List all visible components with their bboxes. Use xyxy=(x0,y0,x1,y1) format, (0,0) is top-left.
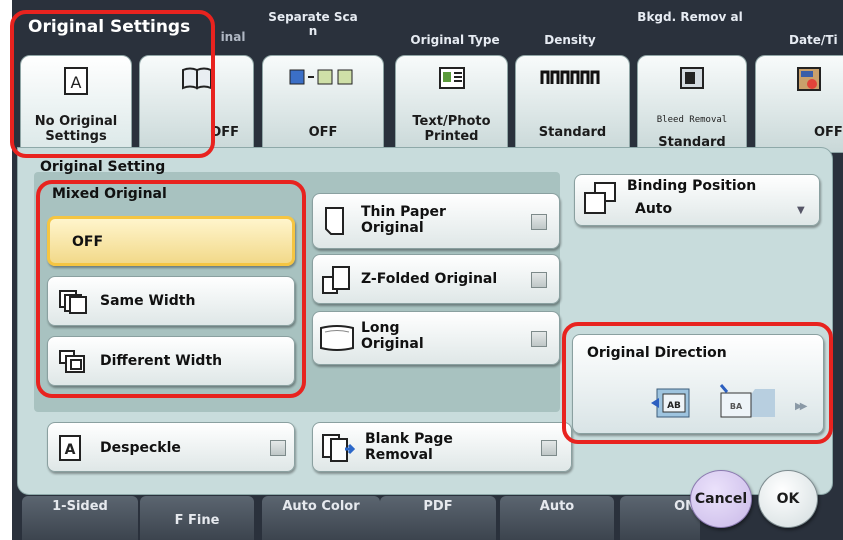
summary-file-type[interactable]: PDF xyxy=(380,496,496,540)
direction-portrait-icon: AB xyxy=(649,387,693,425)
date-time-icon xyxy=(796,66,822,96)
despeckle-button[interactable]: A Despeckle xyxy=(47,422,295,472)
tab-original-settings[interactable]: A No Original Settings xyxy=(20,55,132,153)
svg-text:BA: BA xyxy=(730,402,743,411)
same-width-button[interactable]: Same Width xyxy=(47,276,295,326)
blank-page-checkbox[interactable] xyxy=(541,440,557,456)
despeckle-label: Despeckle xyxy=(100,440,181,456)
double-arrow-icon: ▶▶ xyxy=(795,401,808,412)
mixed-original-off-label: OFF xyxy=(72,234,104,250)
ok-button[interactable]: OK xyxy=(758,470,818,528)
thin-paper-original-button[interactable]: Thin Paper Original xyxy=(312,193,560,249)
svg-text:AB: AB xyxy=(667,401,681,411)
original-a-icon: A xyxy=(63,66,89,100)
svg-text:A: A xyxy=(71,73,82,92)
section-title: Original Setting xyxy=(40,159,166,175)
summary-scan-size-label: Auto xyxy=(539,499,575,514)
same-width-icon xyxy=(58,289,88,319)
summary-file-type-label: PDF xyxy=(423,499,453,514)
original-direction-button[interactable]: Original Direction AB BA ▶▶ xyxy=(572,334,824,434)
long-original-label: Long Original xyxy=(361,320,424,352)
summary-scan-size[interactable]: Auto xyxy=(500,496,614,540)
summary-resolution-label: F Fine xyxy=(174,513,220,528)
svg-text:A: A xyxy=(65,442,76,458)
binding-position-icon xyxy=(583,181,619,219)
z-folded-icon xyxy=(321,265,353,299)
thin-paper-label: Thin Paper Original xyxy=(361,204,446,236)
binding-position-title: Binding Position xyxy=(627,178,757,194)
tab-original-type[interactable]: Text/Photo Printed xyxy=(395,55,508,153)
tab-original-type-label: Text/Photo Printed xyxy=(412,114,491,144)
summary-color[interactable]: Auto Color xyxy=(262,496,380,540)
z-folded-label: Z-Folded Original xyxy=(361,271,498,287)
despeckle-icon: A xyxy=(58,434,82,466)
long-original-icon xyxy=(319,324,355,356)
thin-paper-checkbox[interactable] xyxy=(531,214,547,230)
tab-density[interactable]: Standard xyxy=(515,55,630,153)
thin-paper-icon xyxy=(323,206,347,240)
book-icon xyxy=(181,66,213,94)
summary-sides-label: 1-Sided xyxy=(52,499,108,514)
original-direction-title: Original Direction xyxy=(587,345,727,361)
same-width-label: Same Width xyxy=(100,293,196,309)
binding-position-dropdown[interactable]: Binding Position Auto ▼ xyxy=(574,174,820,226)
blank-page-removal-button[interactable]: Blank Page Removal xyxy=(312,422,572,472)
tab-book-label: OFF xyxy=(210,125,239,140)
long-original-button[interactable]: Long Original xyxy=(312,311,560,365)
tab-separate-scan-label: OFF xyxy=(308,125,338,140)
bleed-removal-icon xyxy=(679,66,705,94)
tab-date-time-label: OFF xyxy=(814,125,843,140)
binding-position-value: Auto xyxy=(635,201,673,217)
despeckle-checkbox[interactable] xyxy=(270,440,286,456)
blank-page-label: Blank Page Removal xyxy=(365,431,453,463)
z-folded-checkbox[interactable] xyxy=(531,272,547,288)
mixed-original-title: Mixed Original xyxy=(52,186,167,202)
different-width-button[interactable]: Different Width xyxy=(47,336,295,386)
different-width-icon xyxy=(58,349,88,379)
summary-email[interactable]: ON xyxy=(620,496,700,540)
density-icon xyxy=(540,66,606,90)
tab-original-settings-label: No Original Settings xyxy=(34,114,118,144)
direction-landscape-icon: BA xyxy=(715,383,777,425)
summary-sides[interactable]: 1-Sided xyxy=(22,496,138,540)
summary-resolution[interactable]: F Fine xyxy=(140,496,254,540)
mixed-original-off-button[interactable]: OFF xyxy=(47,216,295,266)
tab-book[interactable]: OFF xyxy=(139,55,254,153)
blank-page-icon xyxy=(321,433,356,467)
cancel-button[interactable]: Cancel xyxy=(690,470,752,528)
summary-email-label: ON xyxy=(674,499,696,514)
text-photo-icon xyxy=(438,66,466,94)
different-width-label: Different Width xyxy=(100,353,223,369)
tab-density-label: Standard xyxy=(538,125,607,140)
chevron-down-icon: ▼ xyxy=(797,205,805,216)
bleed-removal-overlay: Bleed Removal xyxy=(656,115,728,125)
separate-scan-icon xyxy=(288,66,358,92)
tab-date-time[interactable]: OFF xyxy=(755,55,843,153)
z-folded-original-button[interactable]: Z-Folded Original xyxy=(312,254,560,304)
summary-color-label: Auto Color xyxy=(282,499,360,514)
long-original-checkbox[interactable] xyxy=(531,331,547,347)
tab-separate-scan[interactable]: OFF xyxy=(262,55,384,153)
tab-bkgd-removal[interactable]: Bleed Removal Standard xyxy=(637,55,747,153)
